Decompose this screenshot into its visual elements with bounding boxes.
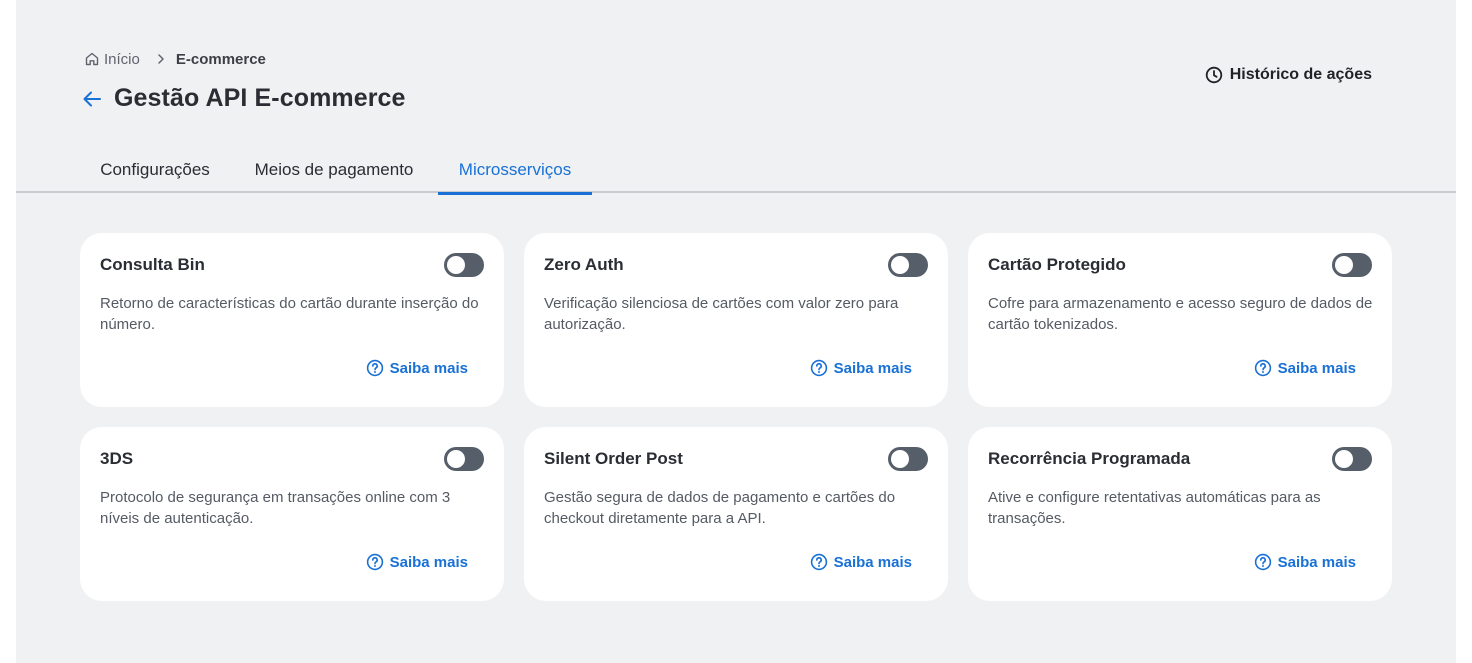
service-toggle[interactable] — [1332, 447, 1372, 471]
learn-more-link[interactable]: Saiba mais — [1254, 553, 1356, 571]
card-description: Gestão segura de dados de pagamento e ca… — [544, 489, 896, 527]
tab-label: Microsserviços — [458, 159, 572, 179]
tab-label: Meios de pagamento — [254, 159, 414, 179]
service-toggle[interactable] — [888, 447, 928, 471]
question-circle-icon — [1254, 553, 1271, 571]
clock-icon — [1205, 66, 1222, 84]
page: Início E-commerce Gestão API E-commerce … — [16, 0, 1456, 663]
toggle-knob — [447, 256, 465, 274]
tab-meios-de-pagamento[interactable]: Meios de pagamento — [238, 146, 430, 193]
card-title: Zero Auth — [544, 255, 624, 274]
tab-configuracoes[interactable]: Configurações — [80, 146, 230, 193]
service-card-cartao-protegido: Cartão Protegido Cofre para armazenament… — [968, 233, 1392, 407]
breadcrumb: Início E-commerce — [84, 50, 266, 68]
learn-more-link[interactable]: Saiba mais — [810, 553, 912, 571]
service-card-zero-auth: Zero Auth Verificação silenciosa de cart… — [524, 233, 948, 407]
breadcrumb-home-label: Início — [104, 50, 140, 68]
card-title: 3DS — [100, 449, 134, 468]
learn-more-label: Saiba mais — [1277, 553, 1356, 571]
question-circle-icon — [366, 359, 383, 377]
toggle-knob — [1335, 450, 1353, 468]
toggle-knob — [447, 450, 465, 468]
learn-more-label: Saiba mais — [1277, 359, 1356, 377]
learn-more-link[interactable]: Saiba mais — [810, 359, 912, 377]
learn-more-link[interactable]: Saiba mais — [366, 553, 468, 571]
service-card-recorrencia-programada: Recorrência Programada Ative e configure… — [968, 427, 1392, 601]
toggle-knob — [891, 450, 909, 468]
card-description: Verificação silenciosa de cartões com va… — [544, 295, 899, 333]
service-toggle[interactable] — [444, 253, 484, 277]
breadcrumb-home-link[interactable]: Início — [84, 51, 140, 68]
card-description: Protocolo de segurança em transações onl… — [100, 489, 451, 527]
learn-more-link[interactable]: Saiba mais — [1254, 359, 1356, 377]
learn-more-label: Saiba mais — [389, 359, 468, 377]
service-card-silent-order-post: Silent Order Post Gestão segura de dados… — [524, 427, 948, 601]
tab-label: Configurações — [100, 159, 210, 179]
card-title: Silent Order Post — [544, 449, 683, 468]
card-title: Recorrência Programada — [988, 449, 1191, 468]
back-button[interactable] — [80, 87, 104, 111]
question-circle-icon — [1254, 359, 1271, 377]
arrow-left-icon — [83, 91, 101, 106]
card-description: Ative e configure retentativas automátic… — [988, 489, 1321, 527]
home-icon — [85, 52, 99, 66]
question-circle-icon — [810, 359, 827, 377]
tab-microsservicos[interactable]: Microsserviços — [438, 146, 592, 195]
service-toggle[interactable] — [888, 253, 928, 277]
history-label: Histórico de ações — [1229, 66, 1372, 83]
learn-more-link[interactable]: Saiba mais — [366, 359, 468, 377]
learn-more-label: Saiba mais — [389, 553, 468, 571]
learn-more-label: Saiba mais — [833, 553, 912, 571]
page-title: Gestão API E-commerce — [114, 84, 406, 112]
card-description: Retorno de características do cartão dur… — [100, 295, 479, 333]
service-toggle[interactable] — [1332, 253, 1372, 277]
breadcrumb-current: E-commerce — [175, 50, 266, 68]
service-toggle[interactable] — [444, 447, 484, 471]
card-title: Cartão Protegido — [988, 255, 1126, 274]
question-circle-icon — [810, 553, 827, 571]
card-title: Consulta Bin — [100, 255, 205, 274]
service-card-3ds: 3DS Protocolo de segurança em transações… — [80, 427, 504, 601]
tab-bar: Configurações Meios de pagamento Micross… — [16, 146, 1456, 195]
chevron-right-icon — [156, 53, 166, 65]
service-card-consulta-bin: Consulta Bin Retorno de características … — [80, 233, 504, 407]
title-row: Gestão API E-commerce — [80, 84, 406, 113]
toggle-knob — [891, 256, 909, 274]
learn-more-label: Saiba mais — [833, 359, 912, 377]
card-description: Cofre para armazenamento e acesso seguro… — [988, 295, 1373, 333]
question-circle-icon — [366, 553, 383, 571]
toggle-knob — [1335, 256, 1353, 274]
history-button[interactable]: Histórico de ações — [1205, 66, 1372, 84]
